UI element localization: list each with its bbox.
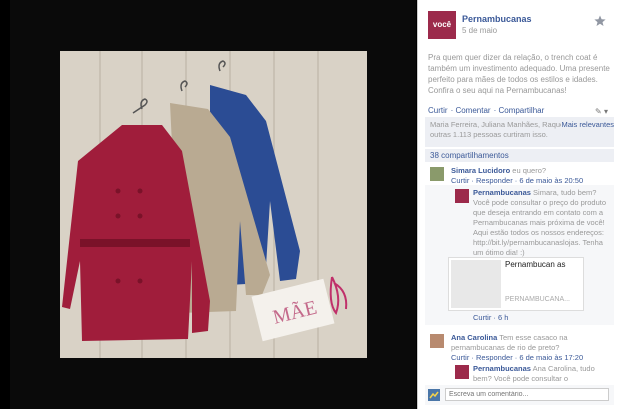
comment-composer <box>425 385 614 405</box>
avatar[interactable] <box>455 189 469 203</box>
preview-subtitle: PERNAMBUCANA... <box>505 296 570 303</box>
post-photo: MÃE <box>60 51 367 358</box>
comment-meta[interactable]: Curtir · Responder · 6 de maio às 20:50 <box>451 176 583 185</box>
comment-author[interactable]: Pernambucanas <box>473 364 531 373</box>
star-icon[interactable] <box>594 15 606 27</box>
likes-summary: Maria Ferreira, Juliana Manhães, Raquel … <box>425 117 614 147</box>
preview-image <box>451 260 501 308</box>
comment-input[interactable] <box>445 388 609 401</box>
options-icon[interactable]: ✎ ▾ <box>595 107 608 116</box>
comment-button[interactable]: Comentar <box>455 106 490 115</box>
post-caption: Pra quem quer dizer da relação, o trench… <box>428 53 610 95</box>
post-header: você Pernambucanas 5 de maio <box>428 11 618 43</box>
comment-meta[interactable]: Curtir · 6 h <box>473 313 508 322</box>
wood-background: MÃE <box>60 51 367 358</box>
comment-meta[interactable]: Curtir · Responder · 6 de maio às 17:20 <box>451 353 583 362</box>
shares-summary[interactable]: 38 compartilhamentos <box>425 149 614 162</box>
preview-title[interactable]: Pernambucan as <box>505 260 565 270</box>
avatar[interactable] <box>430 167 444 181</box>
link-preview[interactable]: Pernambucan as PERNAMBUCANA... <box>448 257 584 311</box>
comment-author[interactable]: Pernambucanas <box>473 188 531 197</box>
comment: Simara Lucidoro eu quero? Curtir · Respo… <box>451 166 613 186</box>
post-timestamp[interactable]: 5 de maio <box>462 26 497 35</box>
avatar[interactable] <box>455 365 469 379</box>
comment-meta-row: Curtir · 6 h <box>473 313 508 323</box>
page-logo[interactable]: você <box>428 11 456 39</box>
comment-reply: Pernambucanas Simara, tudo bem? Você pod… <box>473 188 613 258</box>
user-avatar-icon <box>428 389 440 401</box>
comment-text: Simara, tudo bem? Você pode consultar o … <box>473 188 607 257</box>
page-name-link[interactable]: Pernambucanas <box>462 14 532 24</box>
comment-author[interactable]: Simara Lucidoro <box>451 166 510 175</box>
post-sidebar: você Pernambucanas 5 de maio Pra quem qu… <box>417 0 620 409</box>
photo-viewer: MÃE <box>10 0 416 409</box>
relevance-dropdown[interactable]: Mais relevantes <box>561 120 614 129</box>
avatar[interactable] <box>430 334 444 348</box>
comment-author[interactable]: Ana Carolina <box>451 333 497 342</box>
post-actions: Curtir · Comentar · Compartilhar <box>428 106 545 115</box>
like-button[interactable]: Curtir <box>428 106 448 115</box>
comment: Ana Carolina Tem esse casaco na pernambu… <box>451 333 613 363</box>
comment-reply: Pernambucanas Ana Carolina, tudo bem? Vo… <box>473 364 613 384</box>
share-button[interactable]: Compartilhar <box>498 106 544 115</box>
shares-text[interactable]: 38 compartilhamentos <box>430 151 509 160</box>
comment-text: eu quero? <box>512 166 547 175</box>
